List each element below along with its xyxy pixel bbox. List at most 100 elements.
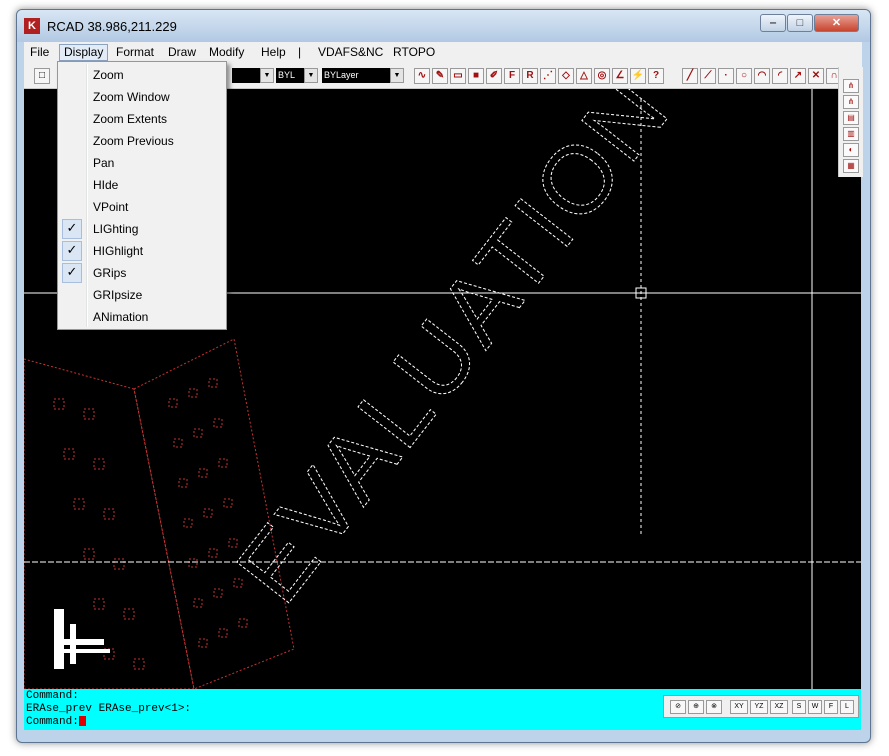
extend-tool-icon[interactable]: ↗ bbox=[790, 68, 806, 84]
delete-tool-icon[interactable]: ✕ bbox=[808, 68, 824, 84]
snap-status-icon[interactable]: ⊗ bbox=[706, 700, 722, 714]
minimize-button[interactable]: ‒ bbox=[760, 14, 786, 32]
menu-item-label: VPoint bbox=[93, 200, 129, 214]
rcad-logo-icon[interactable]: K bbox=[24, 18, 40, 34]
menu-rtopo[interactable]: RTOPO bbox=[389, 44, 439, 61]
open-folder-icon[interactable]: ▭ bbox=[450, 68, 466, 84]
save-icon[interactable]: ■ bbox=[468, 68, 484, 84]
draw-triangle-icon[interactable]: △ bbox=[576, 68, 592, 84]
menu-item-label: Zoom Window bbox=[93, 90, 170, 104]
arc2-tool-icon[interactable]: ◜ bbox=[772, 68, 788, 84]
layer-combo[interactable]: BYLayer bbox=[322, 68, 390, 83]
function-icon[interactable]: F bbox=[504, 68, 520, 84]
menu-item-label: LIGhting bbox=[93, 222, 139, 236]
3d-surface-icon[interactable]: ▦ bbox=[843, 159, 859, 173]
linetype-combo[interactable]: BYL bbox=[276, 68, 304, 83]
edit-tool-icon[interactable]: ✎ bbox=[432, 68, 448, 84]
title-bar[interactable]: K RCAD 38.986,211.229 ‒ □ ✕ bbox=[17, 10, 870, 42]
menu-item-pan[interactable]: Pan bbox=[60, 152, 224, 174]
menu-file[interactable]: File bbox=[26, 44, 53, 61]
menu-separator: | bbox=[298, 45, 302, 59]
ucs-icon bbox=[54, 609, 110, 669]
menu-draw[interactable]: Draw bbox=[164, 44, 200, 61]
linetype-combo-arrow-icon[interactable]: ▼ bbox=[304, 68, 318, 83]
menu-item-highlight[interactable]: ✓ HIGhlight bbox=[60, 240, 224, 262]
menu-item-gripsize[interactable]: GRIpsize bbox=[60, 284, 224, 306]
menu-item-zoom-previous[interactable]: Zoom Previous bbox=[60, 130, 224, 152]
circle-tool-icon[interactable]: ○ bbox=[736, 68, 752, 84]
arc-tool-icon[interactable]: ◠ bbox=[754, 68, 770, 84]
3d-view-icon[interactable]: ⋔ bbox=[843, 79, 859, 93]
check-icon: ✓ bbox=[62, 263, 82, 283]
color-combo[interactable] bbox=[232, 68, 260, 83]
check-icon: ✓ bbox=[62, 241, 82, 261]
redraw-icon[interactable]: R bbox=[522, 68, 538, 84]
layer-combo-arrow-icon[interactable]: ▼ bbox=[390, 68, 404, 83]
menu-item-zoom-extents[interactable]: Zoom Extents bbox=[60, 108, 224, 130]
command-history-line-1: Command: bbox=[26, 690, 79, 702]
snap-icon[interactable]: ◇ bbox=[558, 68, 574, 84]
plane-xz-button[interactable]: XZ bbox=[770, 700, 788, 714]
menu-display[interactable]: Display bbox=[59, 44, 109, 61]
3d-render-icon[interactable]: ▥ bbox=[843, 127, 859, 141]
menu-help[interactable]: Help bbox=[257, 44, 290, 61]
menu-bar: File Display Format Draw Modify Help | V… bbox=[24, 42, 862, 63]
help-icon[interactable]: ? bbox=[648, 68, 664, 84]
status-panel: ⊘ ⊕ ⊗ XY YZ XZ S W F L bbox=[663, 695, 859, 718]
polyline-tool-icon[interactable]: ∿ bbox=[414, 68, 430, 84]
point-icon[interactable]: · bbox=[718, 68, 734, 84]
line-point-icon[interactable]: ⟋ bbox=[700, 68, 716, 84]
trim-icon[interactable]: ⚡ bbox=[630, 68, 646, 84]
menu-item-label: GRips bbox=[93, 266, 127, 280]
menu-item-label: Zoom bbox=[93, 68, 124, 82]
menu-item-vpoint[interactable]: VPoint bbox=[60, 196, 224, 218]
maximize-button[interactable]: □ bbox=[787, 14, 813, 32]
menu-item-label: HIde bbox=[93, 178, 119, 192]
text-cursor bbox=[78, 716, 86, 727]
menu-item-animation[interactable]: ANimation bbox=[60, 306, 224, 328]
close-button[interactable]: ✕ bbox=[814, 14, 859, 32]
menu-item-label: Pan bbox=[93, 156, 115, 170]
command-prompt: Command: bbox=[26, 716, 79, 728]
status-w-button[interactable]: W bbox=[808, 700, 822, 714]
menu-item-label: GRIpsize bbox=[93, 288, 143, 302]
check-icon: ✓ bbox=[62, 219, 82, 239]
display-menu-dropdown: Zoom Zoom Window Zoom Extents Zoom Previ… bbox=[57, 61, 227, 330]
menu-item-zoom[interactable]: Zoom bbox=[60, 64, 224, 86]
3d-light-icon[interactable]: ◐ bbox=[843, 143, 859, 157]
menu-item-grips[interactable]: ✓ GRips bbox=[60, 262, 224, 284]
menu-item-label: Zoom Extents bbox=[93, 112, 168, 126]
menu-item-label: HIGhlight bbox=[93, 244, 144, 258]
3d-shade-icon[interactable]: ▤ bbox=[843, 111, 859, 125]
zoom-status-icon[interactable]: ⊘ bbox=[670, 700, 686, 714]
3d-wire-icon[interactable]: ⋔ bbox=[843, 95, 859, 109]
angle-icon[interactable]: ∠ bbox=[612, 68, 628, 84]
plane-xy-button[interactable]: XY bbox=[730, 700, 748, 714]
menu-item-lighting[interactable]: ✓ LIGhting bbox=[60, 218, 224, 240]
menu-format[interactable]: Format bbox=[112, 44, 158, 61]
status-f-button[interactable]: F bbox=[824, 700, 838, 714]
plane-yz-button[interactable]: YZ bbox=[750, 700, 768, 714]
color-combo-arrow-icon[interactable]: ▼ bbox=[260, 68, 274, 83]
menu-modify[interactable]: Modify bbox=[205, 44, 248, 61]
menu-item-label: ANimation bbox=[93, 310, 149, 324]
properties-icon[interactable]: ✐ bbox=[486, 68, 502, 84]
status-l-button[interactable]: L bbox=[840, 700, 854, 714]
menu-item-label: Zoom Previous bbox=[93, 134, 174, 148]
command-prompt-line[interactable]: Command: bbox=[26, 716, 86, 729]
window-title: RCAD 38.986,211.229 bbox=[47, 19, 177, 34]
orbit-icon[interactable]: ◎ bbox=[594, 68, 610, 84]
right-vertical-toolbar: ⋔ ⋔ ▤ ▥ ◐ ▦ bbox=[838, 67, 863, 177]
command-area[interactable]: Command: ERAse_prev ERAse_prev<1>: Comma… bbox=[24, 689, 661, 730]
evaluation-watermark: EVALUATION bbox=[216, 89, 691, 622]
new-file-icon[interactable]: □ bbox=[34, 68, 50, 84]
grid-status-icon[interactable]: ⊕ bbox=[688, 700, 704, 714]
menu-item-hide[interactable]: HIde bbox=[60, 174, 224, 196]
command-history-line-2: ERAse_prev ERAse_prev<1>: bbox=[26, 703, 192, 715]
menu-vdafs-nc[interactable]: VDAFS&NC bbox=[314, 44, 387, 61]
dimension-icon[interactable]: ⋰ bbox=[540, 68, 556, 84]
menu-item-zoom-window[interactable]: Zoom Window bbox=[60, 86, 224, 108]
status-s-button[interactable]: S bbox=[792, 700, 806, 714]
status-bar: ⊘ ⊕ ⊗ XY YZ XZ S W F L bbox=[661, 689, 861, 730]
line-tool-icon[interactable]: ╱ bbox=[682, 68, 698, 84]
